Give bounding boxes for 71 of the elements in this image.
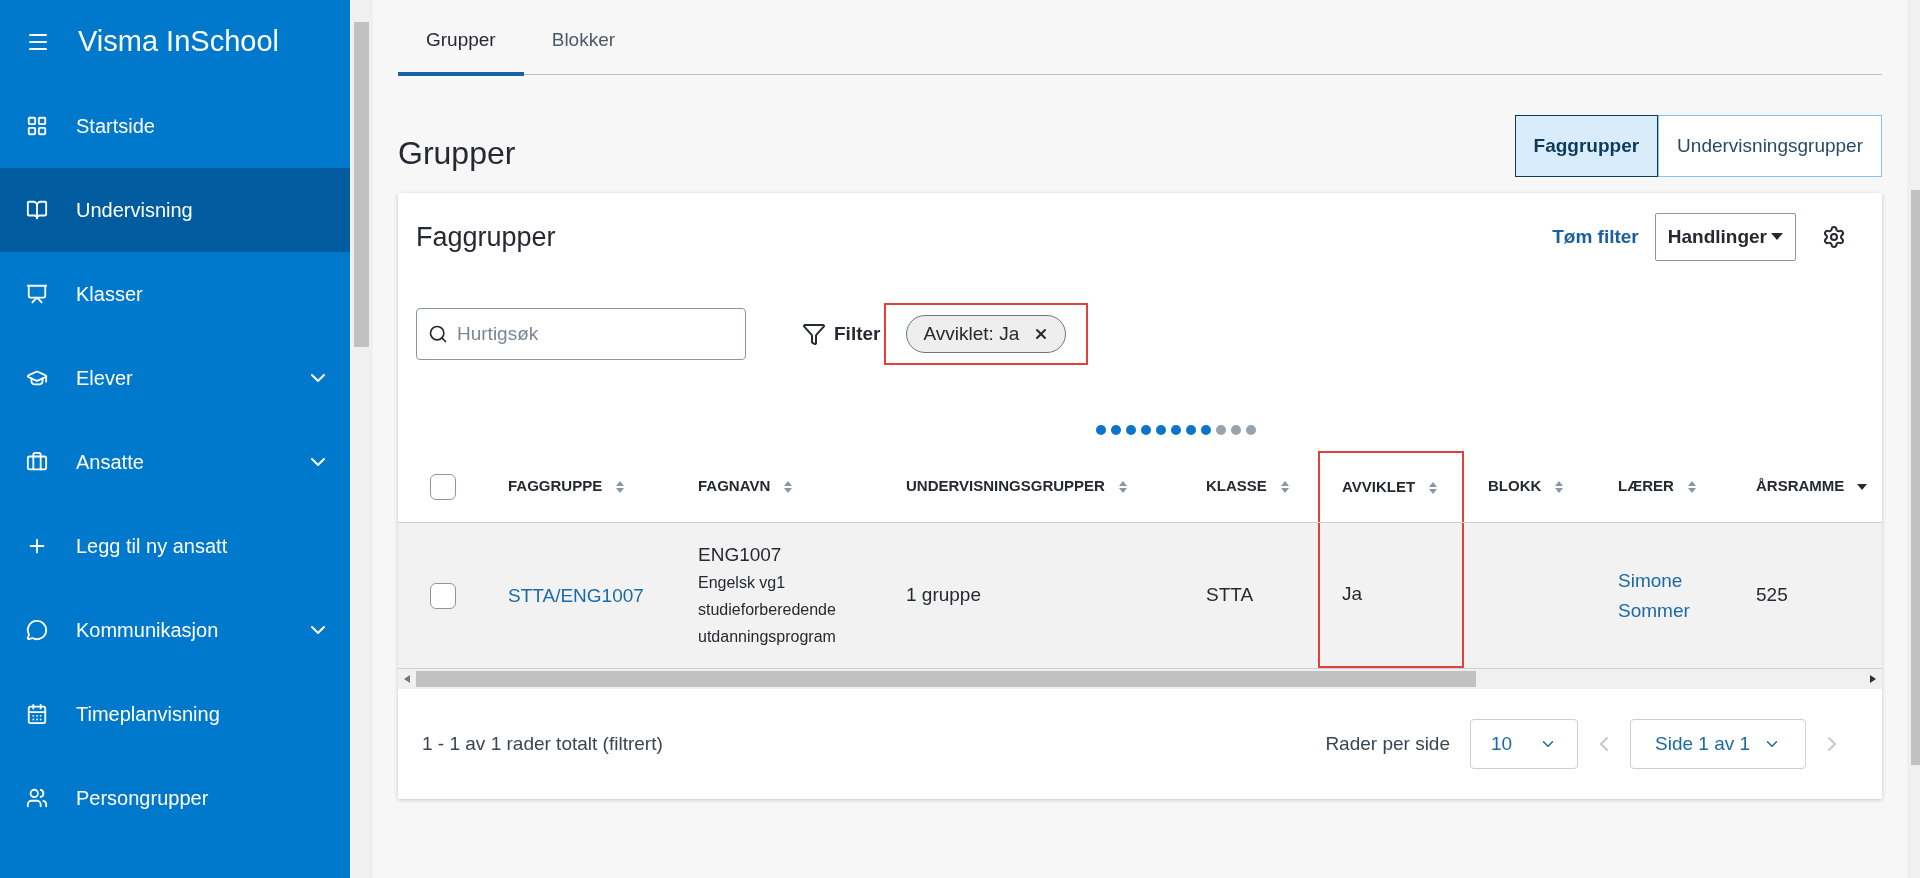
search-field[interactable]: Hurtigsøk — [416, 308, 746, 360]
scroll-left-icon[interactable] — [404, 675, 410, 683]
clear-filter-link[interactable]: Tøm filter — [1552, 222, 1639, 252]
table-cell-text: studieforberedende — [698, 600, 837, 620]
table-link[interactable]: STTA/ENG1007 — [508, 580, 674, 611]
toggle-button[interactable]: Undervisningsgrupper — [1658, 115, 1882, 177]
sidebar-label: Kommunikasjon — [76, 618, 220, 643]
caret-icon — [1771, 233, 1783, 241]
column-header[interactable]: UNDERVISNINGSGRUPPER — [882, 451, 1182, 522]
toggle-button[interactable]: Faggrupper — [1514, 115, 1659, 177]
horizontal-scrollbar[interactable] — [398, 669, 1882, 689]
sidebar-label: Startside — [76, 114, 156, 139]
tab[interactable]: Blokker — [523, 25, 644, 76]
table-cell-text: ENG1007 — [698, 543, 783, 567]
sidebar-label: Ansatte — [76, 450, 145, 475]
card-title: Faggrupper — [416, 220, 556, 254]
chat-bubble-icon — [26, 619, 48, 641]
sidebar-label: Undervisning — [76, 198, 194, 223]
chip-label: Avviklet: Ja — [923, 321, 1020, 346]
rows-per-page-label: Rader per side — [1325, 731, 1450, 756]
sidebar-item[interactable]: Klasser — [0, 252, 350, 336]
scroll-right-icon[interactable] — [1870, 675, 1876, 683]
table-cell-text: 525 — [1756, 583, 1789, 608]
sidebar-label: Persongrupper — [76, 786, 210, 811]
book-icon — [26, 199, 48, 221]
sidebar-label: Timeplanvisning — [76, 702, 221, 727]
presentation-icon — [26, 283, 48, 305]
column-header[interactable]: ÅRSRAMME — [1732, 451, 1882, 522]
table-cell-text: 1 gruppe — [906, 583, 982, 608]
sidebar-item[interactable]: Timeplanvisning — [0, 672, 350, 756]
tab[interactable]: Grupper — [398, 25, 524, 76]
table-cell-text: utdanningsprogram — [698, 627, 837, 647]
column-header[interactable]: FAGGRUPPE — [484, 451, 674, 522]
filter-label: Filter — [834, 321, 881, 346]
sort-down-icon[interactable] — [1856, 482, 1869, 491]
row-count-text: 1 - 1 av 1 rader totalt (filtrert) — [422, 731, 664, 756]
column-header[interactable]: KLASSE — [1182, 451, 1318, 522]
calendar-icon — [26, 703, 48, 725]
table-cell-text: Ja — [1342, 582, 1364, 607]
filter-icon[interactable] — [802, 322, 826, 346]
sidebar-label: Klasser — [76, 282, 144, 307]
table-link[interactable]: Sommer — [1618, 595, 1732, 626]
column-header[interactable]: LÆRER — [1594, 451, 1732, 522]
checkbox[interactable] — [430, 473, 456, 500]
column-header[interactable]: FAGNAVN — [674, 451, 882, 522]
filter-chip[interactable]: Avviklet: Ja — [906, 315, 1067, 353]
sidebar-item[interactable]: Persongrupper — [0, 756, 350, 840]
sidebar-label: Legg til ny ansatt — [76, 534, 229, 559]
settings-icon[interactable] — [1822, 225, 1846, 249]
table-cell-text: Engelsk vg1 — [698, 573, 787, 593]
people-icon — [26, 787, 48, 809]
app-title: Visma InSchool — [78, 24, 279, 60]
search-icon — [428, 324, 448, 344]
briefcase-icon — [26, 451, 48, 473]
sidebar-item[interactable]: Undervisning — [0, 168, 350, 252]
page-select[interactable]: Side 1 av 1 — [1630, 719, 1806, 769]
sidebar-item[interactable]: Ansatte — [0, 420, 350, 504]
rows-per-page-select[interactable]: 10 — [1470, 719, 1578, 769]
checkbox[interactable] — [430, 582, 456, 609]
table-link[interactable]: Simone — [1618, 565, 1732, 596]
sidebar-item[interactable]: Kommunikasjon — [0, 588, 350, 672]
sidebar-item[interactable]: Legg til ny ansatt — [0, 504, 350, 588]
column-header[interactable]: BLOKK — [1464, 451, 1594, 522]
table-cell-text: STTA — [1206, 583, 1255, 608]
scrollbar[interactable] — [350, 0, 373, 878]
sidebar-label: Elever — [76, 366, 134, 391]
sidebar-item[interactable]: Startside — [0, 84, 350, 168]
grid-icon — [26, 115, 48, 137]
page-title: Grupper — [398, 134, 516, 173]
sidebar-item[interactable]: Elever — [0, 336, 350, 420]
actions-dropdown[interactable]: Handlinger — [1654, 213, 1796, 261]
